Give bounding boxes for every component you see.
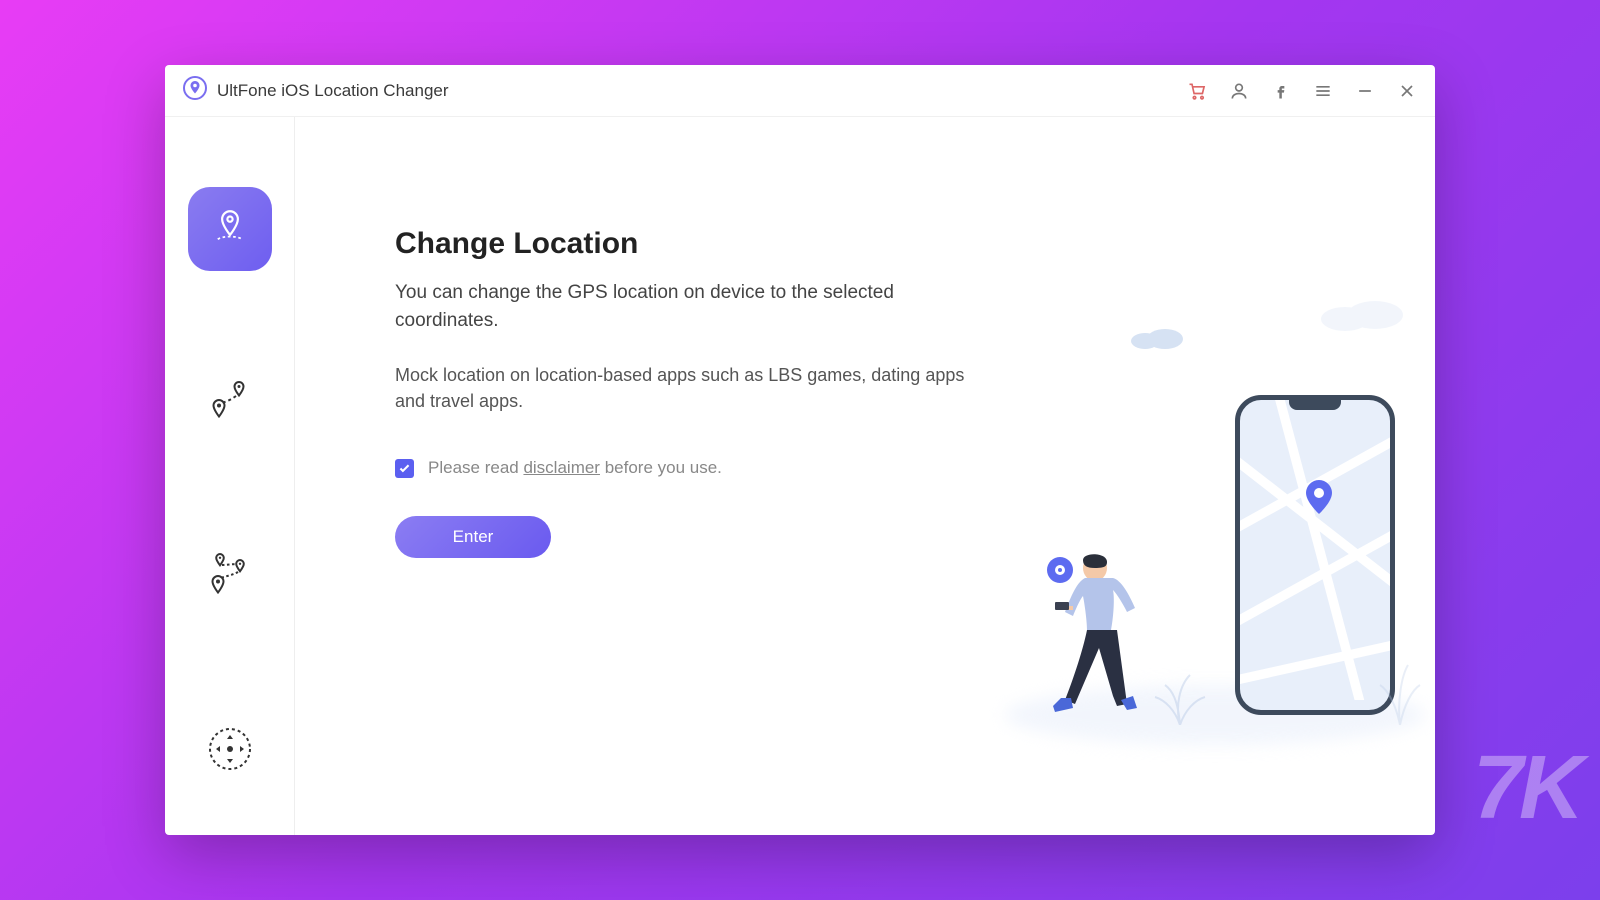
sidebar-item-single-spot[interactable] [188, 361, 272, 445]
user-icon[interactable] [1229, 81, 1249, 101]
joystick-icon [207, 726, 253, 777]
facebook-icon[interactable] [1271, 81, 1291, 101]
map-lines [1240, 400, 1390, 700]
content: Change Location You can change the GPS l… [165, 117, 1435, 835]
cloud-icon [1125, 325, 1185, 349]
description-secondary: Mock location on location-based apps suc… [395, 362, 975, 414]
plant-icon [1145, 665, 1215, 725]
sidebar-item-multi-spot[interactable] [188, 535, 272, 619]
titlebar-actions [1187, 81, 1417, 101]
cart-icon[interactable] [1187, 81, 1207, 101]
map-pin-icon [209, 206, 251, 253]
description-primary: You can change the GPS location on devic… [395, 279, 955, 334]
main-panel: Change Location You can change the GPS l… [295, 117, 1435, 835]
disclaimer-text: Please read disclaimer before you use. [428, 458, 722, 478]
plant-icon [1375, 655, 1425, 725]
route-multi-icon [205, 552, 255, 603]
illustration [1005, 305, 1435, 745]
titlebar: UltFone iOS Location Changer [165, 65, 1435, 117]
app-window: UltFone iOS Location Changer [165, 65, 1435, 835]
page-heading: Change Location [395, 227, 1435, 261]
menu-icon[interactable] [1313, 81, 1333, 101]
app-title: UltFone iOS Location Changer [217, 81, 449, 101]
enter-button[interactable]: Enter [395, 516, 551, 558]
app-logo-icon [183, 76, 207, 105]
route-single-icon [206, 378, 254, 429]
phone-illustration [1235, 395, 1395, 715]
sidebar [165, 117, 295, 835]
cloud-icon [1315, 295, 1405, 331]
title-left: UltFone iOS Location Changer [183, 76, 449, 105]
person-illustration [1035, 550, 1145, 720]
disclaimer-prefix: Please read [428, 458, 523, 477]
minimize-icon[interactable] [1355, 81, 1375, 101]
sidebar-item-change-location[interactable] [188, 187, 272, 271]
sidebar-item-joystick[interactable] [188, 709, 272, 793]
close-icon[interactable] [1397, 81, 1417, 101]
disclaimer-suffix: before you use. [600, 458, 722, 477]
map-pin-icon [1306, 480, 1332, 519]
watermark: 7K [1473, 737, 1580, 840]
disclaimer-checkbox[interactable] [395, 459, 414, 478]
disclaimer-link[interactable]: disclaimer [523, 458, 600, 477]
